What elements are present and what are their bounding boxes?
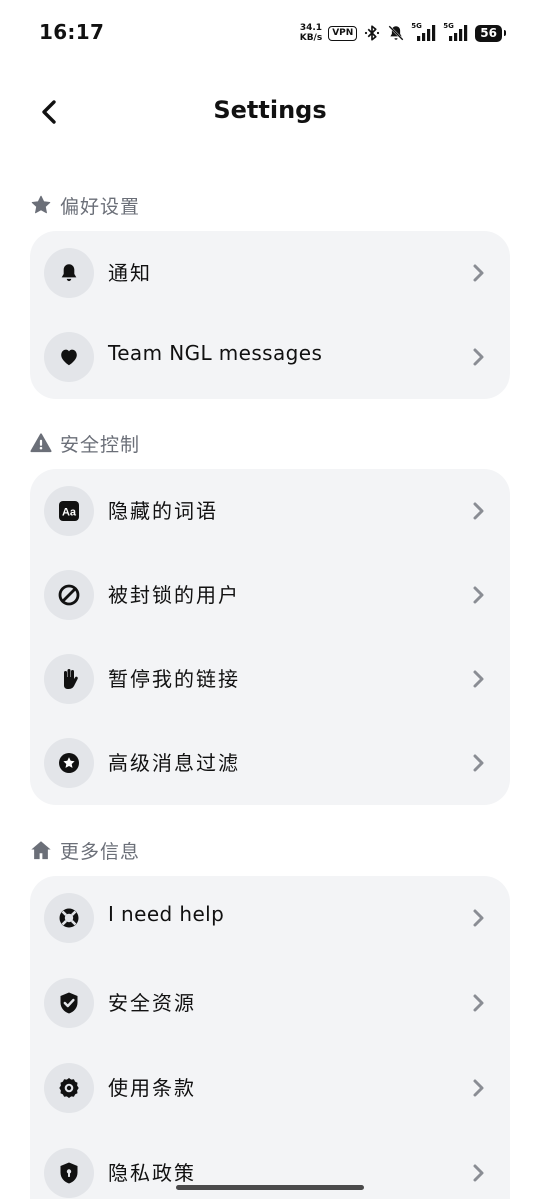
chevron-right-icon [468,1162,490,1184]
row-pause-link[interactable]: 暂停我的链接 [30,637,510,721]
section-label-safety: 安全控制 [30,429,140,457]
chevron-right-icon [468,907,490,929]
row-terms-of-use[interactable]: 使用条款 [30,1046,510,1130]
svg-text:Aa: Aa [62,507,77,519]
shield-check-icon [44,978,94,1028]
chevron-right-icon [468,668,490,690]
status-time: 16:17 [39,20,105,44]
chevron-right-icon [468,1077,490,1099]
network-speed: 34.1 KB/s [300,23,322,43]
row-label: 使用条款 [108,1076,196,1100]
row-label: I need help [108,902,225,926]
signal-5g-icon-2: 5G [443,22,469,43]
chevron-right-icon [468,752,490,774]
row-blocked-users[interactable]: 被封锁的用户 [30,553,510,637]
chevron-right-icon [468,262,490,284]
font-aa-icon: Aa [44,486,94,536]
row-label: 被封锁的用户 [108,583,240,607]
section-title: 安全控制 [60,433,141,456]
safety-card: Aa 隐藏的词语 被封锁的用户 暂停我的链接 高级消息过滤 [30,469,510,805]
row-hidden-words[interactable]: Aa 隐藏的词语 [30,469,510,553]
home-icon [30,839,52,861]
section-title: 更多信息 [60,840,141,863]
row-label: 高级消息过滤 [108,751,240,775]
row-label: 隐藏的词语 [108,499,218,523]
vpn-badge: VPN [328,25,358,41]
battery-icon: 56 [475,24,506,42]
section-title: 偏好设置 [60,195,141,218]
lifebuoy-icon [44,893,94,943]
chevron-right-icon [468,346,490,368]
signal-5g-label-1: 5G [411,22,422,30]
heart-icon [44,332,94,382]
status-bar: 16:17 34.1 KB/s VPN 5G 5G 56 [0,0,540,66]
bell-icon [44,248,94,298]
preferences-card: 通知 Team NGL messages [30,231,510,399]
row-label: 隐私政策 [108,1161,196,1185]
row-safety-resources[interactable]: 安全资源 [30,961,510,1045]
star-icon [30,194,52,216]
app-header: Settings [0,80,540,144]
chevron-right-icon [468,992,490,1014]
row-need-help[interactable]: I need help [30,876,510,960]
page-title: Settings [213,96,327,124]
network-speed-value: 34.1 [299,23,323,33]
bluetooth-icon [365,25,380,41]
row-advanced-filter[interactable]: 高级消息过滤 [30,721,510,805]
row-label: 通知 [108,261,152,285]
police-badge-icon [44,1063,94,1113]
network-speed-unit: KB/s [299,33,323,43]
shield-lock-icon [44,1148,94,1198]
warning-icon [30,432,52,454]
bell-muted-icon [388,25,404,41]
section-label-preferences: 偏好设置 [30,191,140,219]
signal-5g-label-2: 5G [443,22,454,30]
star-badge-icon [44,738,94,788]
more-card: I need help 安全资源 使用条款 隐私政策 [30,876,510,1199]
chevron-right-icon [468,584,490,606]
row-label: 暂停我的链接 [108,667,240,691]
signal-5g-icon-1: 5G [411,22,437,43]
home-indicator[interactable] [176,1185,364,1190]
chevron-right-icon [468,500,490,522]
row-notifications[interactable]: 通知 [30,231,510,315]
status-icons: 34.1 KB/s VPN 5G 5G 56 [300,20,506,46]
block-icon [44,570,94,620]
hand-icon [44,654,94,704]
row-team-ngl-messages[interactable]: Team NGL messages [30,315,510,399]
section-label-more: 更多信息 [30,836,140,864]
row-label: Team NGL messages [108,341,323,365]
row-label: 安全资源 [108,991,196,1015]
